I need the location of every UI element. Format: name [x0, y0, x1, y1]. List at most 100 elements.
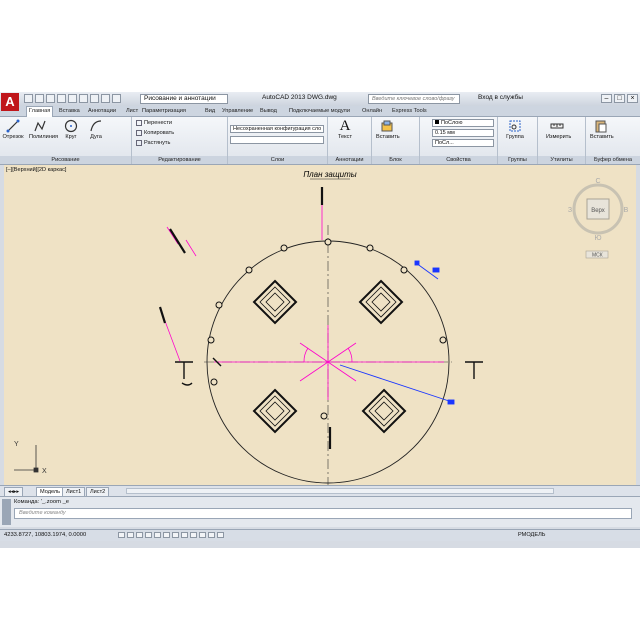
save-icon[interactable] [46, 94, 55, 103]
tab-home[interactable]: Главная [26, 106, 54, 117]
paste-button[interactable]: Вставить [590, 119, 614, 140]
workspace-gear-icon[interactable] [112, 94, 121, 103]
maximize-button[interactable]: □ [614, 94, 625, 103]
grid-toggle-icon[interactable] [127, 532, 134, 538]
tab-manage[interactable]: Управление [220, 107, 255, 116]
utilities-panel-title[interactable]: Утилиты [538, 156, 585, 164]
application-menu-button[interactable]: A [1, 93, 19, 111]
ucs-x-label: X [42, 468, 47, 475]
command-line: Команда: '_.zoom _e Введите команду [0, 496, 640, 527]
tab-layout[interactable]: Лист [124, 107, 140, 116]
dyn-toggle-icon[interactable] [181, 532, 188, 538]
drawing-canvas[interactable]: План защиты X Y Верх С Ю З В МСК [4, 165, 636, 485]
color-swatch [435, 120, 439, 124]
title-bar: A Рисование и аннотации AutoCAD 2013 DWG… [0, 92, 640, 111]
lineweight-combo[interactable]: 0.15 мм [432, 129, 494, 137]
ortho-toggle-icon[interactable] [136, 532, 143, 538]
layer-combo[interactable] [230, 136, 324, 144]
save-as-icon[interactable] [57, 94, 66, 103]
group-button[interactable]: Группа [504, 119, 526, 140]
annotation-panel: A Текст Аннотации [328, 117, 372, 164]
close-button[interactable]: × [627, 94, 638, 103]
login-button[interactable]: Вход в службы [478, 94, 523, 101]
lwt-toggle-icon[interactable] [190, 532, 197, 538]
measure-button[interactable]: Измерить [546, 119, 571, 140]
group-icon [509, 120, 521, 132]
otrack-toggle-icon[interactable] [163, 532, 170, 538]
tab-plugins[interactable]: Подключаемые модули [287, 107, 352, 116]
minimize-button[interactable]: – [601, 94, 612, 103]
line-button[interactable]: Отрезок [2, 119, 24, 140]
window-title: AutoCAD 2013 DWG.dwg [262, 94, 337, 101]
diamond-pad-top-left[interactable] [252, 279, 298, 325]
modify-panel-title[interactable]: Редактирование [132, 156, 227, 164]
tab-insert[interactable]: Вставка [57, 107, 82, 116]
drawing-viewport[interactable]: [–][Верхний][2D каркас] План защиты X Y … [4, 165, 636, 485]
arc-button[interactable]: Дуга [85, 119, 107, 140]
layer-state-combo[interactable]: Несохраненная конфигурация сло [230, 125, 324, 133]
stretch-button[interactable]: Растянуть [136, 139, 170, 147]
diamond-pad-bottom-left[interactable] [252, 388, 298, 434]
groups-panel-title[interactable]: Группы [498, 156, 537, 164]
diamond-pad-top-right[interactable] [358, 279, 404, 325]
text-button[interactable]: A Текст [334, 119, 356, 141]
ribbon-tabs: Главная Вставка Аннотации Лист Параметри… [0, 106, 640, 117]
properties-panel: ПоСлою 0.15 мм ПоСл... Свойства [420, 117, 498, 164]
move-button[interactable]: Перенести [136, 119, 172, 127]
viewcube-face-label[interactable]: Верх [591, 208, 605, 214]
polyline-button[interactable]: Полилиния [29, 119, 58, 140]
viewcube-north[interactable]: С [595, 178, 600, 185]
undo-icon[interactable] [79, 94, 88, 103]
qp-toggle-icon[interactable] [208, 532, 215, 538]
tab-online[interactable]: Онлайн [360, 107, 384, 116]
command-history: Команда: '_.zoom _e [14, 499, 70, 505]
command-line-grip[interactable] [2, 499, 11, 525]
viewcube-east[interactable]: В [624, 207, 629, 214]
circle-button[interactable]: Круг [60, 119, 82, 140]
snap-toggle-icon[interactable] [118, 532, 125, 538]
layout-tabs-bar: ◂◂▸▸ Модель Лист1 Лист2 [0, 485, 640, 497]
block-panel-title[interactable]: Блок [372, 156, 419, 164]
open-icon[interactable] [35, 94, 44, 103]
layers-panel-title[interactable]: Слои [228, 156, 327, 164]
help-search-input[interactable]: Введите ключевое слово/фразу [368, 94, 460, 104]
linetype-combo[interactable]: ПоСл... [432, 139, 494, 147]
tab-parametric[interactable]: Параметризация [140, 107, 188, 116]
new-icon[interactable] [24, 94, 33, 103]
plot-icon[interactable] [101, 94, 110, 103]
model-space-toggle[interactable]: РМОДЕЛЬ [518, 531, 545, 540]
tab-annotate[interactable]: Аннотации [86, 107, 118, 116]
horizontal-scrollbar[interactable] [126, 488, 554, 494]
paste-icon [595, 120, 607, 133]
wcs-label[interactable]: МСК [592, 253, 603, 259]
anchor-points[interactable] [207, 238, 447, 420]
command-input[interactable]: Введите команду [14, 508, 632, 519]
groups-panel: Группа Группы [498, 117, 538, 164]
annotation-panel-title[interactable]: Аннотации [328, 156, 371, 164]
viewcube-west[interactable]: З [568, 207, 572, 214]
drafting-toggles [118, 532, 224, 538]
coordinate-readout[interactable]: 4233.8727, 10803.1974, 0.0000 [4, 531, 86, 540]
redo-icon[interactable] [90, 94, 99, 103]
color-combo[interactable]: ПоСлою [432, 119, 494, 127]
utilities-panel: Измерить Утилиты [538, 117, 586, 164]
polar-toggle-icon[interactable] [145, 532, 152, 538]
tab-express-tools[interactable]: Express Tools [390, 107, 429, 116]
clipboard-panel-title[interactable]: Буфер обмена [586, 156, 640, 164]
draw-panel-title[interactable]: Рисование [0, 156, 131, 164]
diamond-pad-bottom-right[interactable] [361, 388, 407, 434]
copy-button[interactable]: Копировать [136, 129, 174, 137]
sc-toggle-icon[interactable] [217, 532, 224, 538]
print-icon[interactable] [68, 94, 77, 103]
osnap-toggle-icon[interactable] [154, 532, 161, 538]
workspace-dropdown[interactable]: Рисование и аннотации [140, 94, 228, 104]
ducs-toggle-icon[interactable] [172, 532, 179, 538]
tab-view[interactable]: Вид [203, 107, 217, 116]
tpy-toggle-icon[interactable] [199, 532, 206, 538]
insert-block-button[interactable]: Вставить [376, 119, 400, 140]
ucs-icon [14, 445, 39, 473]
blue-dimension-markers[interactable] [339, 260, 455, 405]
tab-output[interactable]: Вывод [258, 107, 279, 116]
viewcube-south[interactable]: Ю [594, 235, 601, 242]
properties-panel-title[interactable]: Свойства [420, 156, 497, 164]
